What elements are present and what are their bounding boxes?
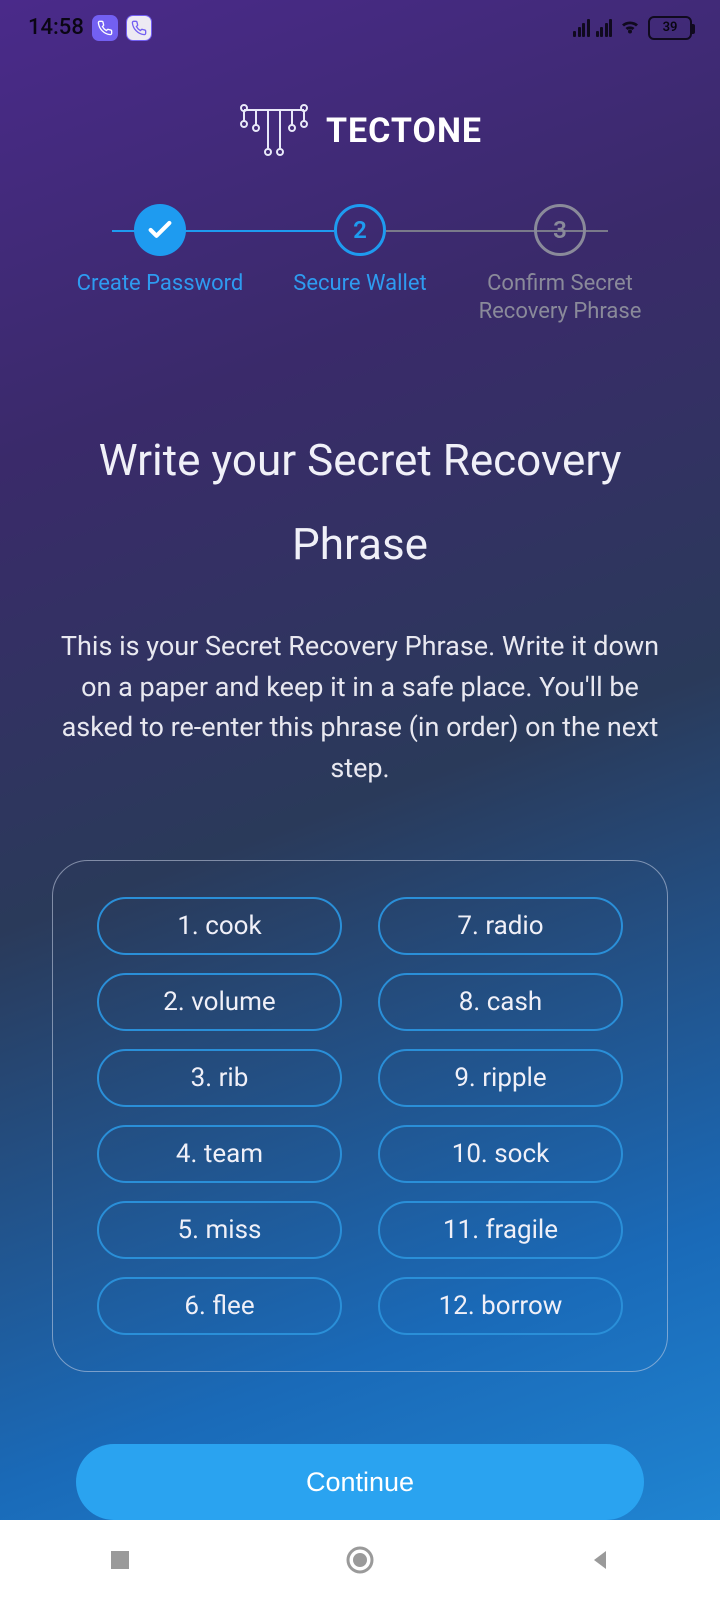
main-content: Write your Secret Recovery Phrase This i… [0,327,720,1520]
step-secure-wallet: 2 Secure Wallet [260,204,460,299]
phrase-word: 9. ripple [378,1049,623,1107]
phrase-word: 2. volume [97,973,342,1031]
home-button[interactable] [340,1540,380,1580]
phrase-word: 4. team [97,1125,342,1183]
phrase-word: 10. sock [378,1125,623,1183]
phrase-word: 7. radio [378,897,623,955]
system-nav-bar [0,1520,720,1600]
phrase-word: 3. rib [97,1049,342,1107]
tectone-logo-icon [238,100,310,162]
viber-icon [92,15,118,41]
step-number: 2 [334,204,386,256]
phrase-word: 8. cash [378,973,623,1031]
viber-icon [126,15,152,41]
status-right: 39 [573,15,692,41]
phrase-word: 6. flee [97,1277,342,1335]
step-label: Confirm Secret Recovery Phrase [465,270,655,327]
recent-apps-button[interactable] [100,1540,140,1580]
phrase-grid: 1. cook 7. radio 2. volume 8. cash 3. ri… [97,897,623,1335]
page-description: This is your Secret Recovery Phrase. Wri… [52,626,668,788]
stepper: Create Password 2 Secure Wallet 3 Confir… [0,204,720,327]
back-button[interactable] [580,1540,620,1580]
app-name: TECTONE [326,111,482,151]
battery-icon: 39 [648,16,692,40]
phrase-word: 11. fragile [378,1201,623,1259]
wifi-icon [618,15,642,41]
step-number: 3 [534,204,586,256]
phrase-word: 5. miss [97,1201,342,1259]
continue-button[interactable]: Continue [76,1444,644,1520]
signal-icon [596,19,613,37]
page-title: Write your Secret Recovery Phrase [52,419,668,586]
step-confirm-phrase: 3 Confirm Secret Recovery Phrase [460,204,660,327]
phrase-word: 1. cook [97,897,342,955]
status-time: 14:58 [28,15,84,40]
signal-icon [573,19,590,37]
recovery-phrase-box: 1. cook 7. radio 2. volume 8. cash 3. ri… [52,860,668,1372]
step-create-password: Create Password [60,204,260,299]
battery-level: 39 [663,20,678,35]
phrase-word: 12. borrow [378,1277,623,1335]
checkmark-icon [134,204,186,256]
app-header: TECTONE [0,100,720,162]
step-label: Create Password [77,270,244,299]
status-bar: 14:58 39 [0,0,720,56]
status-left: 14:58 [28,15,152,41]
step-label: Secure Wallet [293,270,426,299]
